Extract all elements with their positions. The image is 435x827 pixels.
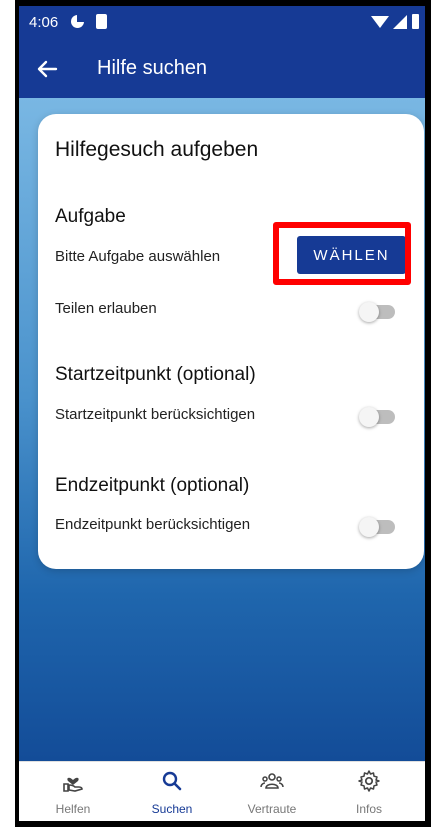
page-title: Hilfe suchen bbox=[97, 57, 208, 79]
start-toggle[interactable] bbox=[359, 407, 395, 427]
end-toggle[interactable] bbox=[359, 517, 395, 537]
nav-label-vertraute: Vertraute bbox=[247, 802, 297, 816]
share-label: Teilen erlauben bbox=[55, 300, 157, 317]
task-select-label: Bitte Aufgabe auswählen bbox=[55, 248, 221, 265]
start-section-title: Startzeitpunkt (optional) bbox=[55, 364, 256, 385]
people-icon bbox=[260, 773, 284, 789]
card-title: Hilfegesuch aufgeben bbox=[55, 138, 259, 161]
start-toggle-label: Startzeitpunkt berücksichtigen bbox=[55, 406, 256, 423]
phone-frame: 4:06 Hilfe suchen Hilfegesuch aufgeben A… bbox=[15, 0, 431, 827]
gear-icon bbox=[358, 770, 380, 792]
nav-label-infos: Infos bbox=[355, 802, 382, 816]
end-section-title: Endzeitpunkt (optional) bbox=[55, 475, 250, 496]
nav-label-suchen: Suchen bbox=[151, 802, 193, 816]
task-section-title: Aufgabe bbox=[55, 206, 126, 227]
navigation-bar-strip bbox=[15, 821, 431, 827]
app-bar: Hilfe suchen bbox=[19, 40, 425, 98]
help-request-card: Hilfegesuch aufgeben Aufgabe Bitte Aufga… bbox=[38, 114, 424, 569]
back-arrow-icon-graphic bbox=[37, 60, 58, 78]
battery-icon bbox=[412, 14, 419, 29]
status-indicators bbox=[363, 14, 419, 30]
nav-item-vertraute[interactable]: Vertraute bbox=[222, 762, 322, 822]
signal-icon bbox=[393, 15, 407, 29]
sd-card-icon bbox=[96, 14, 107, 29]
nav-item-helfen[interactable]: Helfen bbox=[23, 762, 123, 822]
search-icon bbox=[162, 771, 182, 791]
status-bar: 4:06 bbox=[19, 6, 425, 40]
nav-item-infos[interactable]: Infos bbox=[319, 762, 419, 822]
nav-item-suchen[interactable]: Suchen bbox=[122, 762, 222, 822]
bottom-navigation: Helfen Suchen Vertraute Infos bbox=[19, 761, 425, 822]
status-time: 4:06 bbox=[29, 14, 59, 31]
share-toggle[interactable] bbox=[359, 302, 395, 322]
nav-label-helfen: Helfen bbox=[55, 802, 91, 816]
highlight-box bbox=[273, 222, 411, 285]
helping-hand-icon bbox=[63, 777, 83, 792]
back-arrow-icon[interactable] bbox=[33, 55, 61, 83]
content-area: Hilfegesuch aufgeben Aufgabe Bitte Aufga… bbox=[19, 98, 425, 761]
wifi-icon bbox=[371, 16, 389, 28]
end-toggle-label: Endzeitpunkt berücksichtigen bbox=[55, 516, 251, 533]
data-saver-icon bbox=[71, 15, 84, 28]
